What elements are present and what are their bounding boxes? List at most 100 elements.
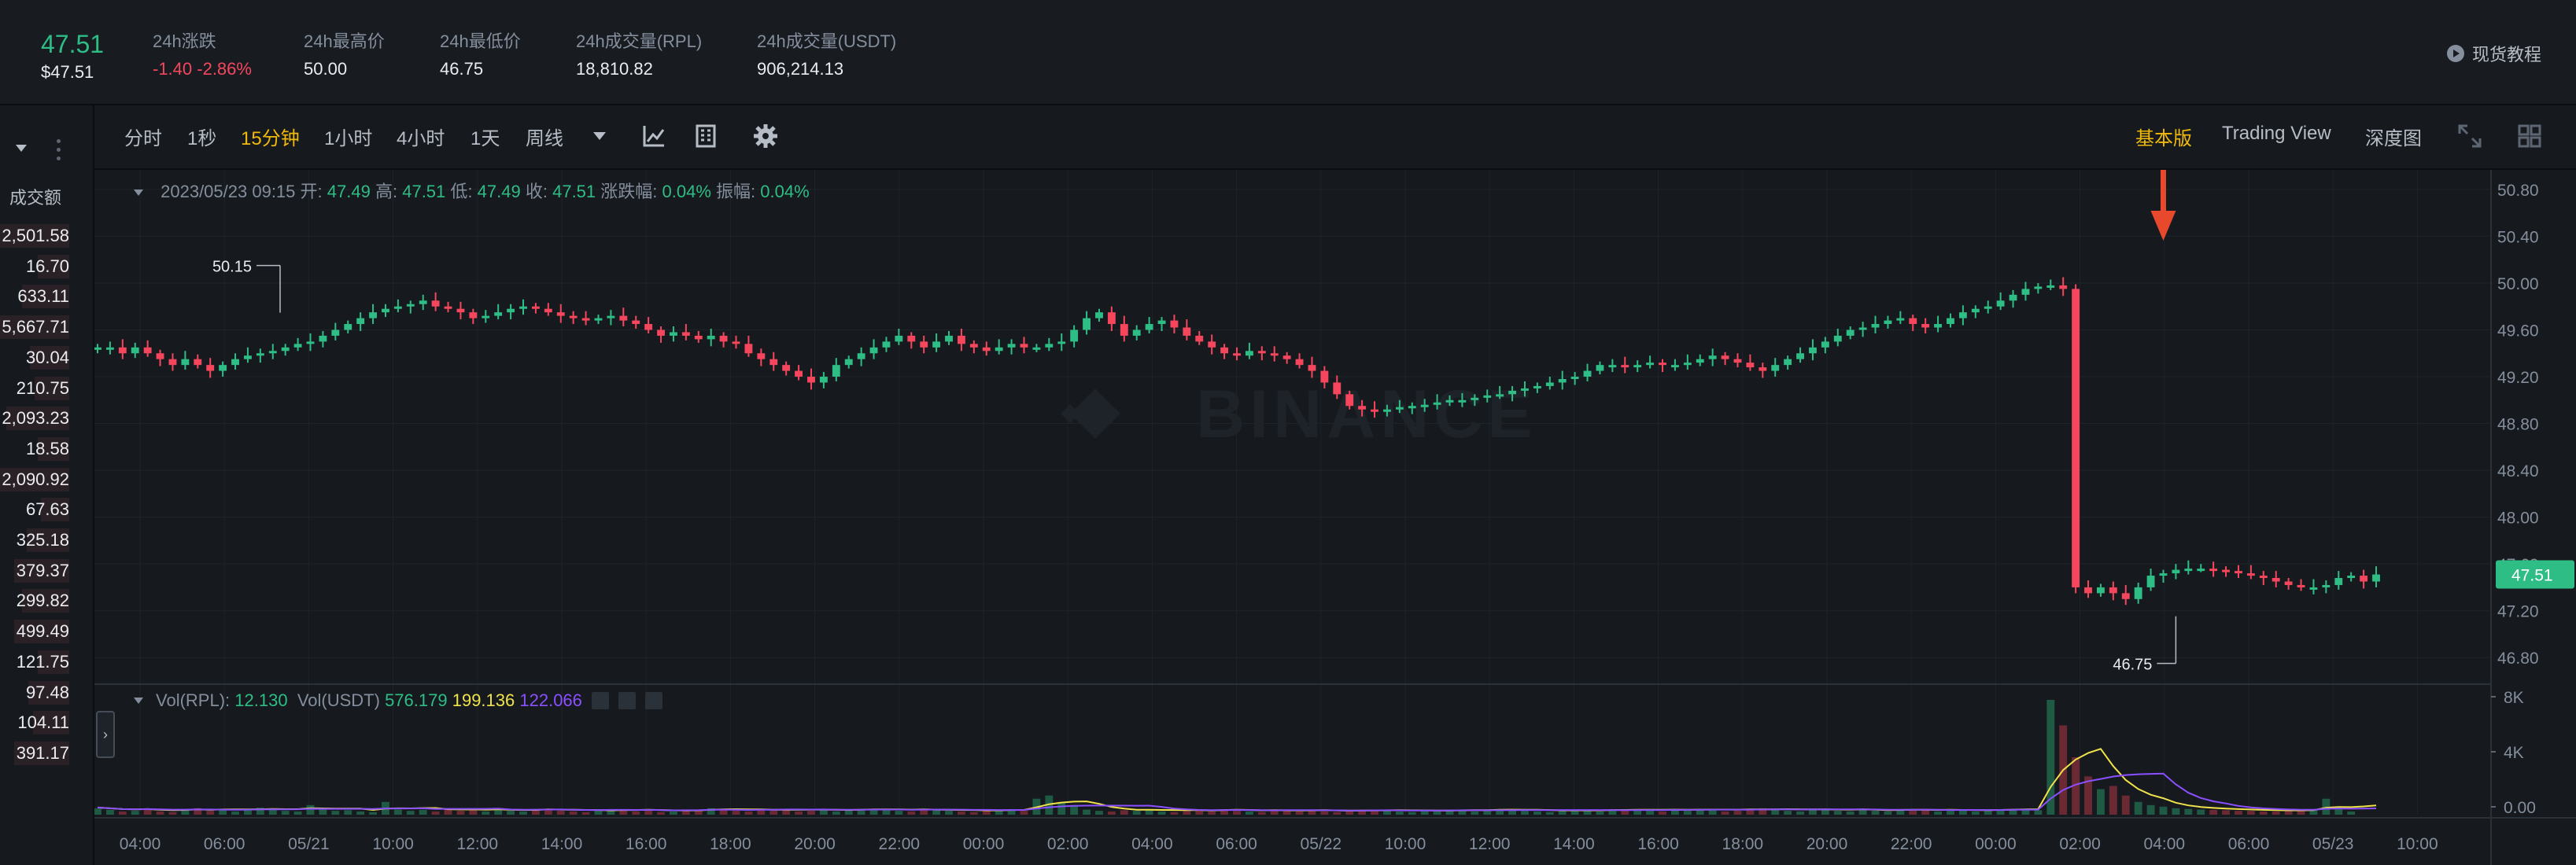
candle-body [419, 300, 427, 304]
close-icon[interactable] [644, 692, 662, 709]
price-axis-label: 47.20 [2497, 603, 2539, 621]
candle-body [581, 318, 590, 321]
candle-body [1408, 406, 1416, 409]
volume-bar [507, 811, 515, 815]
candle-body [907, 335, 916, 342]
candle-body [2347, 576, 2356, 579]
candle-body [1208, 341, 1216, 348]
candle-body [1521, 388, 1529, 391]
candle-body [844, 359, 853, 366]
current-price-label: 47.51 [2511, 567, 2553, 585]
trade-amount: 121.75 [16, 651, 69, 672]
chevron-down-icon[interactable] [16, 145, 27, 152]
volume-bar [1383, 811, 1391, 815]
candle-body [1909, 318, 1917, 325]
volume-bar [1984, 811, 1992, 815]
time-axis-label: 12:00 [457, 835, 499, 853]
last-price-usd: $47.51 [41, 62, 94, 82]
volume-bar [1583, 811, 1592, 815]
volume-bar [581, 812, 590, 815]
chart-toolbar: 分时 1秒 15分钟 1小时 4小时 1天 周线 基本版 Trading Vie… [94, 105, 2576, 170]
chart-canvas[interactable]: BINANCE 50.80 50.40 50.00 49.60 49.20 48.80 48.… [94, 170, 2576, 865]
vol-ma3-value: 122.066 [519, 690, 582, 710]
eye-icon[interactable] [591, 692, 609, 709]
volume-bar [1996, 810, 2005, 815]
chevron-down-icon[interactable] [134, 698, 143, 704]
candle-body [482, 315, 490, 318]
trade-amount: 104.11 [17, 712, 69, 733]
spot-tutorial-link[interactable]: 现货教程 [2446, 41, 2541, 66]
candle-body [1433, 402, 1441, 405]
trade-amount: 5,667.71 [2, 317, 69, 337]
candle-body [920, 341, 928, 348]
volume-bar [1733, 811, 1742, 815]
interval-1s[interactable]: 1秒 [187, 123, 216, 150]
candle-body [2072, 289, 2080, 587]
interval-1d[interactable]: 1天 [471, 123, 500, 150]
layout-grid-icon[interactable] [2516, 123, 2543, 149]
building-icon[interactable] [692, 123, 719, 149]
candle-body [2197, 569, 2205, 572]
candle-body [569, 315, 578, 318]
interval-timeline[interactable]: 分时 [124, 123, 162, 150]
candle-body [1083, 318, 1091, 330]
volume-bar [644, 811, 653, 815]
candle-body [331, 329, 340, 336]
stat-24h-low: 24h最低价 46.75 [440, 28, 521, 83]
settings-icon[interactable] [618, 692, 636, 709]
candle-body [256, 353, 264, 356]
trade-row: 210.75 [0, 374, 69, 403]
interval-1w[interactable]: 周线 [526, 123, 563, 150]
vol-usdt-label: Vol(USDT) [297, 690, 380, 710]
candlestick-chart[interactable]: BINANCE 50.80 50.40 50.00 49.60 49.20 48.80 48.… [94, 170, 2576, 865]
volume-bar [1921, 810, 1930, 815]
trade-row: 633.11 [0, 282, 69, 311]
volume-bar [281, 811, 290, 815]
candle-body [1358, 406, 1367, 410]
candle-body [1696, 359, 1704, 363]
time-axis-label: 10:00 [372, 835, 414, 853]
volume-bar [244, 810, 252, 815]
volume-bar [1433, 811, 1441, 815]
ohlc-datetime: 2023/05/23 09:15 [161, 182, 296, 201]
time-axis-label: 05/22 [1301, 835, 1342, 853]
time-axis-label: 16:00 [1637, 835, 1679, 853]
candle-body [2284, 581, 2293, 585]
candle-body [1132, 329, 1141, 336]
candle-body [1858, 327, 1867, 330]
more-intervals-chevron-icon[interactable] [593, 132, 606, 140]
stat-value: 18,810.82 [576, 59, 653, 79]
stat-24h-volume-rpl: 24h成交量(RPL) 18,810.82 [576, 28, 702, 83]
view-depth-chart[interactable]: 深度图 [2365, 123, 2422, 150]
time-axis-label: 00:00 [963, 835, 1005, 853]
trade-row: 97.48 [0, 679, 69, 707]
candle-body [719, 335, 728, 342]
settings-gear-icon[interactable] [752, 123, 779, 149]
expand-panel-chevron-icon[interactable]: › [96, 711, 115, 758]
time-axis-label: 02:00 [1047, 835, 1089, 853]
volume-bar [268, 809, 277, 815]
candle-body [1383, 409, 1391, 412]
chevron-down-icon[interactable] [134, 190, 143, 197]
volume-bar [1471, 811, 1479, 815]
indicator-chart-icon[interactable] [640, 123, 667, 149]
volume-bar [732, 811, 740, 815]
more-options-icon[interactable] [57, 137, 63, 164]
volume-bar [2146, 804, 2155, 815]
view-tradingview[interactable]: Trading View [2222, 123, 2331, 145]
candle-body [1057, 341, 1066, 344]
interval-1h[interactable]: 1小时 [324, 123, 372, 150]
candle-body [2034, 286, 2043, 289]
candle-body [1721, 355, 1729, 359]
candle-body [2109, 587, 2117, 594]
volume-bar [632, 811, 640, 815]
interval-15m[interactable]: 15分钟 [241, 123, 300, 150]
stat-label: 24h最低价 [440, 31, 521, 51]
fullscreen-icon[interactable] [2456, 123, 2483, 149]
candle-body [206, 365, 215, 371]
interval-4h[interactable]: 4小时 [397, 123, 445, 150]
volume-bar [945, 811, 953, 815]
candle-body [2097, 587, 2105, 594]
view-basic[interactable]: 基本版 [2135, 123, 2192, 150]
volume-bar [1170, 812, 1179, 815]
